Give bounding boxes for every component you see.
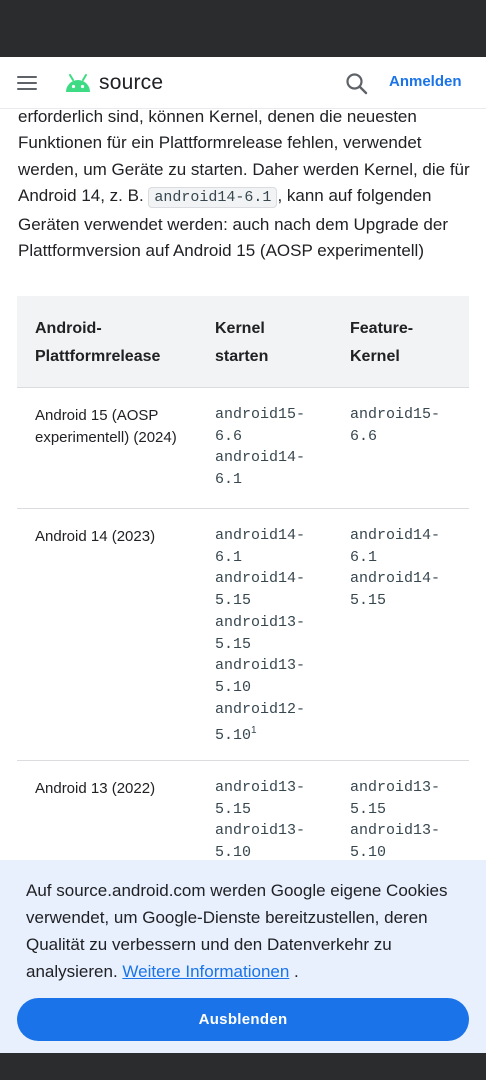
code-line: 6.6	[215, 427, 243, 445]
launch-kernel-cell: android13- 5.15 android13- 5.10	[215, 777, 305, 864]
dismiss-cookie-button[interactable]: Ausblenden	[17, 998, 469, 1041]
code-line: android14-	[215, 449, 306, 467]
code-line: 5.101	[215, 720, 305, 747]
menu-icon[interactable]	[17, 65, 53, 101]
header-feature-line1: Feature-	[350, 320, 414, 337]
code-line: 6.1	[350, 548, 378, 566]
code-line-text: 5.10	[215, 727, 252, 745]
code-line: 6.1	[215, 471, 243, 489]
code-line: 5.10	[215, 678, 252, 696]
code-line: 6.6	[350, 427, 378, 445]
site-logo[interactable]: source	[63, 71, 163, 95]
code-line: android13-	[215, 657, 306, 675]
learn-more-link[interactable]: Weitere Informationen	[122, 962, 289, 981]
top-app-bar: source Anmelden	[0, 57, 486, 109]
code-line: android15-	[350, 406, 441, 423]
code-line: android14-	[350, 527, 441, 544]
platform-cell: Android 15 (AOSP experimentell) (2024)	[35, 407, 177, 446]
footnote-link[interactable]: 1	[251, 725, 257, 736]
launch-kernel-cell: android14- 6.1 android14- 5.15 android13…	[215, 525, 305, 747]
system-nav-bar	[0, 1053, 486, 1080]
code-line: android14-	[215, 570, 306, 588]
table-row: Android 15 (AOSP experimentell) (2024) a…	[17, 388, 469, 509]
table-row: Android 14 (2023) android14- 6.1 android…	[17, 509, 469, 761]
feature-kernel-cell: android15- 6.6	[350, 404, 440, 447]
status-bar	[0, 0, 486, 57]
header-feature: Feature- Kernel	[350, 315, 413, 371]
header-launch-line1: Kernel	[215, 320, 265, 337]
launch-kernel-cell: android15- 6.6 android14- 6.1	[215, 404, 305, 491]
code-line: android14-	[350, 570, 441, 588]
table-header-row: Android- Plattformrelease Kernel starten…	[17, 296, 469, 388]
code-line: android15-	[215, 406, 306, 423]
header-feature-line2: Kernel	[350, 348, 400, 365]
feature-kernel-cell: android13- 5.15 android13- 5.10	[350, 777, 440, 864]
header-launch-line2: starten	[215, 348, 269, 365]
platform-cell: Android 13 (2022)	[35, 780, 156, 797]
android-logo-icon	[66, 73, 90, 92]
kernel-table: Android- Plattformrelease Kernel starten…	[17, 296, 469, 921]
inline-code: android14-6.1	[148, 187, 278, 209]
feature-kernel-cell: android14- 6.1 android14- 5.15	[350, 525, 440, 612]
signin-link[interactable]: Anmelden	[389, 73, 462, 90]
code-line: 5.15	[215, 592, 252, 610]
logo-text: source	[99, 70, 164, 94]
code-line: android12-	[215, 700, 306, 718]
header-launch: Kernel starten	[215, 315, 268, 371]
code-line: 5.15	[350, 592, 387, 610]
code-line: android13-	[215, 779, 306, 796]
search-icon[interactable]	[344, 71, 370, 97]
header-platform: Android- Plattformrelease	[35, 315, 160, 371]
code-line: 5.15	[215, 800, 252, 818]
code-line: android13-	[215, 613, 306, 631]
platform-cell: Android 14 (2023)	[35, 528, 156, 545]
body-paragraph: erforderlich sind, können Kernel, denen …	[18, 109, 478, 264]
header-platform-line1: Android-	[35, 320, 102, 337]
code-line: 5.15	[350, 800, 387, 818]
code-line: android13-	[350, 822, 441, 840]
cookie-text-end: .	[289, 962, 299, 981]
code-line: 5.15	[215, 635, 252, 653]
code-line: android14-	[215, 527, 306, 544]
cookie-banner: Auf source.android.com werden Google eig…	[0, 860, 486, 1053]
code-line: 6.1	[215, 548, 243, 566]
code-line: android13-	[350, 779, 441, 796]
code-line: android13-	[215, 822, 306, 840]
header-platform-line2: Plattformrelease	[35, 348, 161, 365]
cookie-notice-text: Auf source.android.com werden Google eig…	[26, 877, 466, 985]
